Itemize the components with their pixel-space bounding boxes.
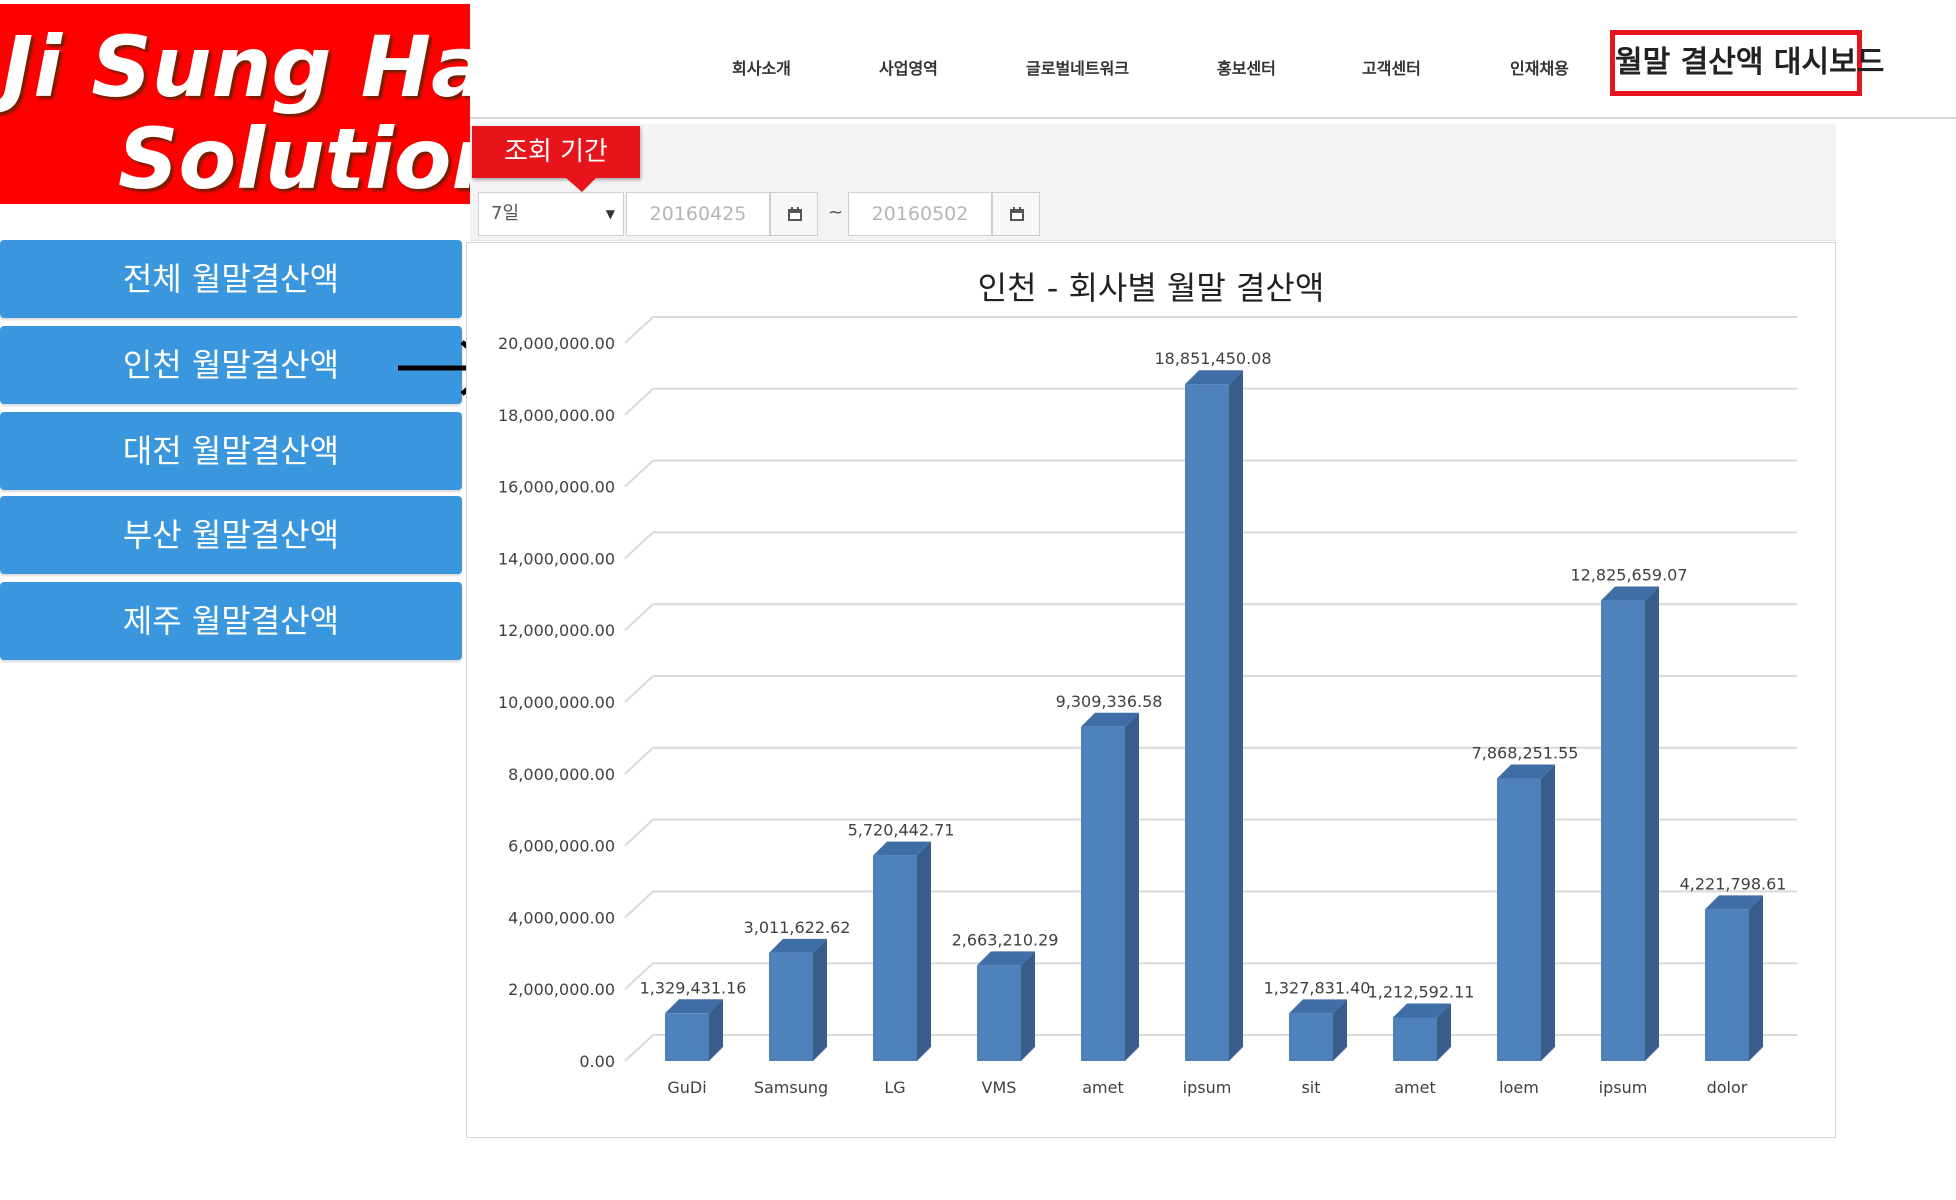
bar-chart: 0.00 2,000,000.00 4,000,000.00 6,000,000.00…	[498, 316, 1797, 1097]
data-label: 9,309,336.58	[1056, 692, 1163, 711]
nav-divider	[470, 117, 1956, 119]
bar-side	[1645, 586, 1659, 1061]
x-tick-label: dolor	[1707, 1078, 1748, 1097]
top-navigation: 회사소개 사업영역 글로벌네트워크 홍보센터 고객센터 인재채용 월말 결산액 …	[470, 0, 1956, 119]
data-label: 5,720,442.71	[848, 821, 955, 840]
gridline-perspective	[624, 603, 654, 631]
gridline-perspective	[624, 531, 654, 560]
data-label: 18,851,450.08	[1154, 349, 1271, 368]
gridline-perspective	[624, 818, 654, 847]
gridline-perspective	[624, 1034, 654, 1062]
bar-side	[1541, 764, 1555, 1061]
calendar-icon	[1010, 207, 1024, 221]
nav-item-recruitment[interactable]: 인재채용	[1510, 55, 1569, 79]
y-tick-label: 6,000,000.00	[508, 837, 615, 856]
y-tick-label: 10,000,000.00	[498, 693, 615, 712]
x-tick-label: amet	[1394, 1078, 1436, 1097]
period-select-value: 7일	[491, 203, 520, 224]
period-select[interactable]: 7일 ▼	[478, 192, 624, 236]
data-label: 1,212,592.11	[1368, 982, 1475, 1001]
gridline-perspective	[624, 459, 654, 488]
sidebar-item-total[interactable]: 전체 월말결산액	[0, 240, 462, 318]
end-date-input[interactable]: 20160502	[848, 192, 992, 236]
end-date-calendar-button[interactable]	[992, 192, 1040, 236]
chart-panel: 인천 - 회사별 월말 결산액 0.00 2,000,000.00 4,000,00…	[466, 242, 1836, 1138]
bar	[1497, 778, 1541, 1061]
period-filter-panel: 조회 기간 7일 ▼ 20160425 ~ 20160502	[470, 124, 1836, 241]
y-tick-label: 12,000,000.00	[498, 621, 615, 640]
bar	[1185, 384, 1229, 1062]
start-date-calendar-button[interactable]	[770, 192, 818, 236]
data-label: 12,825,659.07	[1570, 566, 1687, 585]
x-tick-label: LG	[884, 1078, 905, 1097]
dashboard-button[interactable]: 월말 결산액 대시보드	[1610, 30, 1884, 96]
y-tick-label: 8,000,000.00	[508, 765, 615, 784]
sidebar-item-daejeon[interactable]: 대전 월말결산액	[0, 412, 462, 490]
x-tick-label: amet	[1082, 1078, 1124, 1097]
sidebar-item-incheon[interactable]: 인천 월말결산액	[0, 326, 462, 404]
x-tick-label: Samsung	[754, 1078, 828, 1097]
x-tick-label: VMS	[982, 1078, 1017, 1097]
y-tick-label: 16,000,000.00	[498, 478, 615, 497]
x-tick-label: loem	[1499, 1078, 1539, 1097]
period-tag: 조회 기간	[472, 126, 640, 178]
data-label: 3,011,622.62	[744, 918, 851, 937]
bar	[873, 855, 917, 1061]
nav-item-business[interactable]: 사업영역	[879, 55, 938, 79]
y-tick-label: 20,000,000.00	[498, 334, 615, 353]
x-tick-label: ipsum	[1599, 1078, 1648, 1097]
gridline-perspective	[624, 388, 654, 416]
bar	[1289, 1013, 1333, 1061]
y-tick-label: 0.00	[579, 1052, 615, 1071]
y-tick-label: 2,000,000.00	[508, 980, 615, 999]
date-range-separator: ~	[828, 202, 844, 223]
bar-side	[1749, 895, 1763, 1061]
bar	[1705, 909, 1749, 1061]
logo-line-1: Ji Sung Han	[2, 18, 470, 116]
company-logo[interactable]: Ji Sung Han Solutions	[0, 4, 470, 204]
bar-side	[1229, 370, 1243, 1062]
x-tick-label: GuDi	[667, 1078, 706, 1097]
y-tick-label: 14,000,000.00	[498, 549, 615, 568]
data-label: 1,329,431.16	[640, 978, 747, 997]
calendar-icon	[788, 207, 802, 221]
nav-item-global-network[interactable]: 글로벌네트워크	[1026, 55, 1129, 79]
bar-side	[1125, 712, 1139, 1061]
data-label: 1,327,831.40	[1264, 978, 1371, 997]
y-tick-label: 4,000,000.00	[508, 908, 615, 927]
x-tick-label: sit	[1301, 1078, 1320, 1097]
x-tick-label: ipsum	[1183, 1078, 1232, 1097]
bar	[1601, 600, 1645, 1061]
y-tick-label: 18,000,000.00	[498, 406, 615, 425]
data-label: 4,221,798.61	[1680, 874, 1787, 893]
bar	[1393, 1017, 1437, 1061]
bar-side	[1021, 951, 1035, 1061]
gridline-perspective	[624, 316, 654, 344]
nav-item-company[interactable]: 회사소개	[732, 55, 791, 79]
nav-item-customer-center[interactable]: 고객센터	[1362, 55, 1421, 79]
sidebar-item-busan[interactable]: 부산 월말결산액	[0, 496, 462, 574]
bar	[1081, 726, 1125, 1061]
sidebar-item-jeju[interactable]: 제주 월말결산액	[0, 582, 462, 660]
start-date-input[interactable]: 20160425	[626, 192, 770, 236]
bar	[977, 965, 1021, 1061]
bar-side	[917, 841, 931, 1061]
gridline-perspective	[624, 890, 654, 919]
gridline-perspective	[624, 675, 654, 703]
period-tag-tail	[566, 178, 596, 192]
data-label: 2,663,210.29	[952, 930, 1059, 949]
logo-line-2: Solutions	[118, 110, 470, 204]
nav-item-pr-center[interactable]: 홍보센터	[1217, 55, 1276, 79]
data-label: 7,868,251.55	[1472, 744, 1579, 763]
bar	[665, 1013, 709, 1061]
caret-down-icon: ▼	[605, 207, 615, 221]
bar-side	[813, 938, 827, 1061]
gridline-perspective	[624, 747, 654, 775]
bar	[769, 952, 813, 1061]
